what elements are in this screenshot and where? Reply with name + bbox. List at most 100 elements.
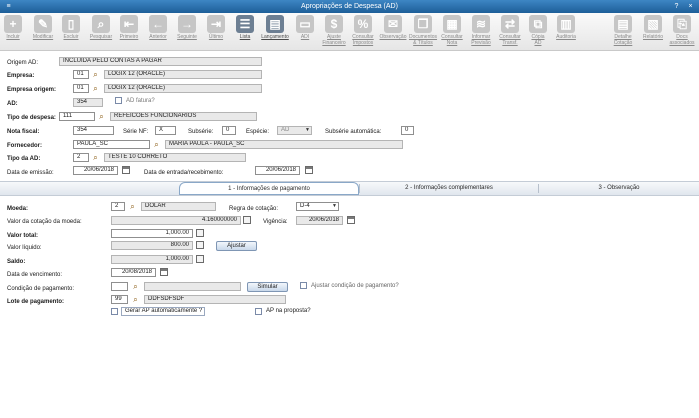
toolbar-anterior-button[interactable]: ← Anterior — [144, 15, 172, 40]
condicao-pagamento-code-field[interactable] — [111, 282, 128, 291]
regra-cotacao-dropdown[interactable]: D-4 ▼ — [296, 202, 339, 211]
ajustar-condicao-label: Ajustar condição de pagamento? — [311, 283, 399, 289]
fornecedor-search-icon[interactable]: ⌕ — [152, 140, 161, 149]
toolbar-auditoria-button[interactable]: ▥ Auditoria — [551, 15, 581, 40]
document-icon: ▭ — [296, 15, 314, 33]
toolbar-pesquisar-button[interactable]: ⌕ Pesquisar — [87, 15, 115, 40]
toolbar-lista-button[interactable]: ☰ Lista — [232, 15, 258, 40]
data-entrada-field[interactable]: 20/06/2018 — [255, 166, 300, 175]
toolbar-consultar-transf-button[interactable]: ⇄ Consultar Transf. — [495, 15, 525, 46]
valor-liquido-calculator-icon[interactable] — [196, 241, 204, 249]
moeda-code-field[interactable]: 2 — [111, 202, 125, 211]
moeda-search-icon[interactable]: ⌕ — [128, 202, 137, 211]
regra-cotacao-value: D-4 — [300, 203, 310, 209]
help-icon[interactable]: ? — [672, 2, 681, 11]
toolbar-lancamento-button[interactable]: ▤ Lançamento — [259, 15, 291, 40]
toolbar-modificar-button[interactable]: ✎ Modificar — [29, 15, 57, 40]
serie-nf-label: Série NF: — [123, 129, 149, 135]
empresa-origem-code-field[interactable]: 01 — [73, 84, 89, 93]
toolbar-documentos-titulos-button[interactable]: ❐ Documentos & Títulos — [407, 15, 439, 46]
gerar-ap-label: Gerar AP automaticamente ? — [121, 307, 205, 316]
empresa-origem-name-field: LOGIX 12 (ORACLE) — [104, 84, 262, 93]
saldo-calculator-icon[interactable] — [196, 255, 204, 263]
empresa-origem-search-icon[interactable]: ⌕ — [91, 84, 100, 93]
ajustar-condicao-checkbox[interactable] — [300, 282, 307, 289]
quote-icon: ▤ — [614, 15, 632, 33]
especie-dropdown[interactable]: AD ▼ — [277, 126, 312, 135]
condicao-pagamento-name-field — [144, 282, 241, 291]
ad-fatura-label: AD fatura? — [126, 98, 155, 104]
toolbar-docs-associados-button[interactable]: ⎘ Docs associados — [667, 15, 697, 46]
data-emissao-field[interactable]: 20/06/2018 — [73, 166, 118, 175]
lote-pagamento-code-field[interactable]: 99 — [111, 295, 128, 304]
tab-informacoes-complementares[interactable]: 2 - Informações complementares — [360, 182, 538, 195]
data-entrada-label: Data de entrada/recebimento: — [144, 170, 224, 176]
nota-fiscal-field[interactable]: 354 — [73, 126, 114, 135]
tipo-ad-code-field[interactable]: 2 — [73, 153, 89, 162]
ad-fatura-checkbox[interactable] — [115, 97, 122, 104]
regra-cotacao-label: Regra de cotação: — [229, 206, 279, 212]
moeda-label: Moeda: — [7, 206, 28, 212]
notebook-icon: ▤ — [266, 15, 284, 33]
app-menu-icon[interactable]: ≡ — [4, 2, 13, 11]
tab-observacao[interactable]: 3 - Observação — [539, 182, 699, 195]
lote-pagamento-search-icon[interactable]: ⌕ — [131, 295, 140, 304]
data-vencimento-field[interactable]: 20/08/2018 — [111, 268, 156, 277]
toolbar-consultar-nota-button[interactable]: ▦ Consultar Nota — [438, 15, 466, 46]
lote-pagamento-label: Lote de pagamento: — [7, 299, 65, 305]
data-emissao-calendar-icon[interactable] — [122, 166, 130, 174]
ap-proposta-label: AP na proposta? — [266, 308, 311, 314]
tab-informacoes-pagamento[interactable]: 1 - Informações de pagamento — [179, 182, 359, 195]
condicao-pagamento-search-icon[interactable]: ⌕ — [131, 282, 140, 291]
simular-button[interactable]: Simular — [247, 282, 288, 292]
forecast-icon: ≋ — [472, 15, 490, 33]
toolbar-seguinte-button[interactable]: → Seguinte — [173, 15, 201, 40]
empresa-code-field[interactable]: 01 — [73, 70, 89, 79]
data-vencimento-label: Data de vencimento: — [7, 272, 63, 278]
subserie-auto-field[interactable]: 0 — [401, 126, 414, 135]
origem-field: INCLUÍDA PELO CONTAS A PAGAR — [59, 57, 262, 66]
fornecedor-name-field: MARIA PAULA - PAULA_SC — [165, 140, 403, 149]
toolbar-ajuste-financeiro-button[interactable]: $ Ajuste Financeiro — [319, 15, 349, 46]
valor-total-calculator-icon[interactable] — [196, 229, 204, 237]
empresa-search-icon[interactable]: ⌕ — [91, 70, 100, 79]
vigencia-calendar-icon[interactable] — [347, 216, 355, 224]
pencil-icon: ✎ — [34, 15, 52, 33]
toolbar-detalhe-cotacao-button[interactable]: ▤ Detalhe Cotação — [608, 15, 638, 46]
chevron-down-icon: ▼ — [332, 203, 337, 209]
transfer-icon: ⇄ — [501, 15, 519, 33]
gerar-ap-checkbox[interactable] — [111, 308, 118, 315]
toolbar-relatorio-button[interactable]: ▧ Relatório — [639, 15, 667, 40]
tipo-ad-search-icon[interactable]: ⌕ — [91, 153, 100, 162]
close-icon[interactable]: × — [686, 2, 695, 11]
ajustar-button[interactable]: Ajustar — [216, 241, 257, 251]
subserie-field[interactable]: 0 — [222, 126, 236, 135]
toolbar-informar-previsao-button[interactable]: ≋ Informar Previsão — [466, 15, 496, 46]
toolbar-incluir-button[interactable]: + Incluir — [0, 15, 26, 40]
trash-icon: ▯ — [62, 15, 80, 33]
window-title: Apropriações de Despesa (AD) — [301, 3, 398, 10]
toolbar-primeiro-button[interactable]: ⇤ Primeiro — [116, 15, 142, 40]
data-entrada-calendar-icon[interactable] — [305, 166, 313, 174]
tipo-ad-name-field: TESTE 10 CORRETO — [104, 153, 246, 162]
tipo-despesa-code-field[interactable]: 111 — [59, 112, 95, 121]
tipo-despesa-search-icon[interactable]: ⌕ — [97, 112, 106, 121]
subserie-auto-label: Subsérie automática: — [325, 129, 382, 135]
fornecedor-code-field[interactable]: PAULA_SC — [73, 140, 150, 149]
toolbar-observacao-button[interactable]: ✉ Observação — [377, 15, 409, 40]
toolbar-adi-button[interactable]: ▭ ADI — [293, 15, 317, 40]
toolbar-excluir-button[interactable]: ▯ Excluir — [58, 15, 84, 40]
tax-icon: % — [354, 15, 372, 33]
valor-total-label: Valor total: — [7, 233, 39, 239]
valor-total-field[interactable]: 1,000.00 — [111, 229, 193, 238]
documents-icon: ❐ — [414, 15, 432, 33]
toolbar-copia-ad-button[interactable]: ⧉ Cópia AD — [526, 15, 550, 46]
plus-icon: + — [4, 15, 22, 33]
valor-cotacao-calculator-icon[interactable] — [243, 216, 251, 224]
ap-proposta-checkbox[interactable] — [255, 308, 262, 315]
toolbar-consultar-impostos-button[interactable]: % Consultar Impostos — [348, 15, 378, 46]
vigencia-field: 20/06/2018 — [296, 216, 343, 225]
data-vencimento-calendar-icon[interactable] — [160, 268, 168, 276]
serie-nf-field[interactable]: X — [155, 126, 176, 135]
toolbar-ultimo-button[interactable]: ⇥ Último — [203, 15, 229, 40]
